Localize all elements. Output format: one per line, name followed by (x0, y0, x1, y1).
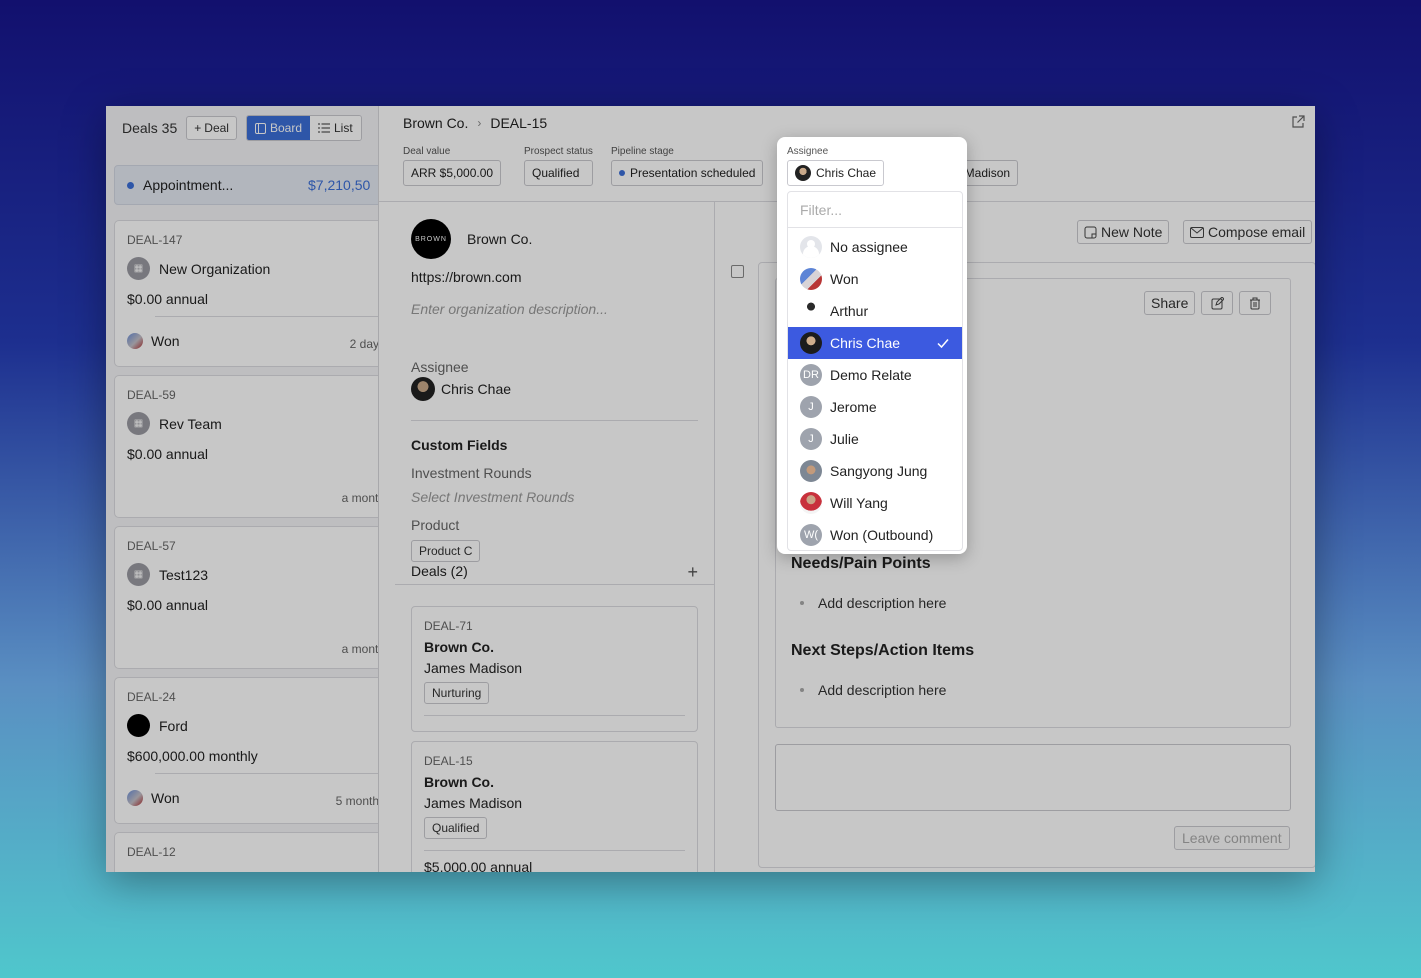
assignee-dropdown: No assignee Won Arthur Chris Chae DR Dem… (787, 191, 963, 551)
check-icon (937, 339, 949, 349)
assignee-button[interactable]: Chris Chae (787, 160, 885, 186)
avatar-initials: DR (800, 364, 822, 386)
assignee-option-label: Chris Chae (830, 335, 901, 351)
avatar-initials: J (800, 428, 822, 450)
avatar (800, 300, 822, 322)
assignee-option[interactable]: Will Yang (788, 487, 962, 519)
assignee-option-label: Sangyong Jung (830, 463, 928, 479)
assignee-option[interactable]: No assignee (788, 231, 962, 263)
avatar-initials: W( (800, 524, 822, 546)
modal-backdrop[interactable] (106, 106, 1315, 872)
assignee-option-selected[interactable]: Chris Chae (788, 327, 962, 359)
avatar-initials: J (800, 396, 822, 418)
avatar-placeholder-icon (800, 236, 822, 258)
assignee-option-label: Demo Relate (830, 367, 912, 383)
avatar (800, 268, 822, 290)
assignee-option-label: Will Yang (830, 495, 888, 511)
assignee-option-label: No assignee (830, 239, 908, 255)
avatar (800, 460, 822, 482)
assignee-option[interactable]: J Jerome (788, 391, 962, 423)
assignee-option-label: Won (Outbound) (830, 527, 934, 543)
avatar (800, 492, 822, 514)
assignee-value: Chris Chae (816, 166, 877, 180)
assignee-option-label: Won (830, 271, 859, 287)
avatar (795, 165, 811, 181)
assignee-filter-input[interactable] (788, 192, 962, 228)
avatar (800, 332, 822, 354)
assignee-option[interactable]: W( Won (Outbound) (788, 519, 962, 551)
app-window: Deals 35 + Deal Board List Appointment..… (106, 106, 1315, 872)
assignee-option-label: Arthur (830, 303, 869, 319)
assignee-option-label: Julie (830, 431, 859, 447)
assignee-option[interactable]: Sangyong Jung (788, 455, 962, 487)
assignee-option[interactable]: J Julie (788, 423, 962, 455)
assignee-option[interactable]: Won (788, 263, 962, 295)
assignee-label: Assignee (787, 146, 829, 157)
assignee-option-label: Jerome (830, 399, 877, 415)
assignee-option[interactable]: Arthur (788, 295, 962, 327)
assignee-popover: Assignee Chris Chae No assignee Won Arth… (777, 137, 967, 554)
assignee-option[interactable]: DR Demo Relate (788, 359, 962, 391)
